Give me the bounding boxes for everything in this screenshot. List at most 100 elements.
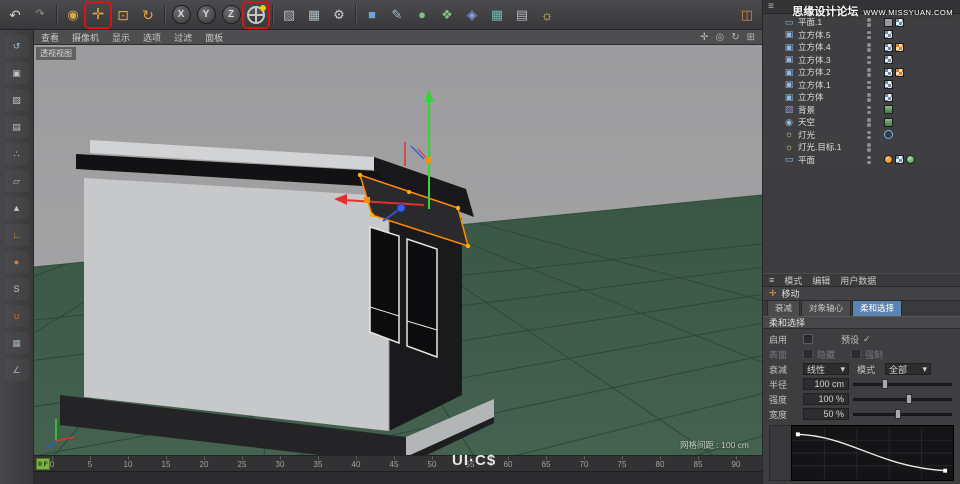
visibility-dot-editor[interactable] (867, 131, 871, 135)
enable-checkbox[interactable] (803, 334, 813, 344)
disabled-option-checkbox-0[interactable] (803, 349, 813, 359)
interface-layout-icon[interactable]: ◫ (735, 3, 759, 27)
deformer-icon[interactable]: ◈ (460, 3, 484, 27)
visibility-dot-editor[interactable] (867, 143, 871, 147)
move-tool-icon[interactable]: ✛ (86, 3, 110, 27)
curve-handle-left[interactable] (796, 432, 800, 436)
visibility-dot-editor[interactable] (867, 43, 871, 47)
image-tag[interactable] (884, 105, 893, 114)
checker-tag[interactable] (884, 30, 893, 39)
viewport-menu-2[interactable]: 显示 (112, 31, 130, 44)
object-row[interactable]: ▣立方体.4 (763, 41, 960, 54)
workplane-mode-icon[interactable]: ▤ (5, 116, 29, 138)
object-row[interactable]: ▭平面 (763, 154, 960, 167)
visibility-dot-render[interactable] (867, 86, 871, 90)
slider-knob[interactable] (895, 409, 901, 419)
visibility-dot-render[interactable] (867, 23, 871, 27)
checker-tag[interactable] (884, 68, 893, 77)
gizmo-center-ball[interactable] (397, 204, 405, 212)
curve-handle-right[interactable] (943, 469, 947, 473)
render-picture-viewer-icon[interactable]: ▦ (302, 3, 326, 27)
render-settings-icon[interactable]: ⚙ (327, 3, 351, 27)
visibility-dots[interactable] (862, 93, 876, 102)
axis-x-lock-button[interactable]: X (169, 3, 193, 27)
primitive-cube-icon[interactable]: ■ (360, 3, 384, 27)
visibility-dots[interactable] (862, 156, 876, 165)
visibility-dots[interactable] (862, 143, 876, 152)
checker-tag[interactable] (895, 155, 904, 164)
render-view-icon[interactable]: ▧ (277, 3, 301, 27)
visibility-dots[interactable] (862, 56, 876, 65)
environment-icon[interactable]: ▦ (485, 3, 509, 27)
viewport-menu-4[interactable]: 过滤 (174, 31, 192, 44)
visibility-dot-render[interactable] (867, 161, 871, 165)
texture-mode-icon[interactable]: ▨ (5, 89, 29, 111)
visibility-dots[interactable] (862, 68, 876, 77)
visibility-dot-render[interactable] (867, 123, 871, 127)
visibility-dot-render[interactable] (867, 136, 871, 140)
axis-mode-icon[interactable]: ∟ (5, 224, 29, 246)
object-row[interactable]: ☼灯光.目标.1 (763, 141, 960, 154)
visibility-dot-render[interactable] (867, 148, 871, 152)
visibility-dot-render[interactable] (867, 61, 871, 65)
soft-selection-section-header[interactable]: 柔和选择 (763, 316, 960, 329)
solo-mode-icon[interactable]: S (5, 278, 29, 300)
axis-z-lock-button[interactable]: Z (219, 3, 243, 27)
subtab-2[interactable]: 柔和选择 (852, 300, 902, 316)
slider-knob[interactable] (882, 379, 888, 389)
attribute-tab-2[interactable]: 用户数据 (840, 274, 876, 287)
falloff-dropdown[interactable]: 线性 ▾ (803, 363, 849, 375)
snap-magnet-icon[interactable]: ∪ (5, 305, 29, 327)
visibility-dot-render[interactable] (867, 111, 871, 115)
slider-track-area[interactable] (853, 393, 954, 405)
live-selection-icon[interactable]: ◉ (61, 3, 85, 27)
axis-y-lock-button[interactable]: Y (194, 3, 218, 27)
visibility-dots[interactable] (862, 18, 876, 27)
object-manager-empty-area[interactable] (763, 166, 960, 273)
visibility-dot-editor[interactable] (867, 118, 871, 122)
slider-track-area[interactable] (853, 408, 954, 420)
mode-dropdown[interactable]: 全部 ▾ (885, 363, 931, 375)
orange-dot-tag[interactable] (884, 155, 893, 164)
gizmo-plane-handle-2[interactable] (364, 197, 370, 203)
visibility-dots[interactable] (862, 106, 876, 115)
checker-tag[interactable] (895, 18, 904, 27)
visibility-dot-editor[interactable] (867, 93, 871, 97)
undo-icon[interactable]: ↶ (3, 3, 27, 27)
orange-checker-tag[interactable] (895, 68, 904, 77)
model-mode-icon[interactable]: ▣ (5, 62, 29, 84)
checker-tag[interactable] (884, 43, 893, 52)
subtab-0[interactable]: 衰减 (767, 300, 800, 316)
slider-value-field[interactable]: 50 % (803, 408, 849, 420)
visibility-dot-editor[interactable] (867, 18, 871, 22)
viewport-menu-5[interactable]: 面板 (205, 31, 223, 44)
visibility-dot-editor[interactable] (867, 156, 871, 160)
slider-track[interactable] (853, 383, 952, 386)
visibility-dots[interactable] (862, 131, 876, 140)
rotate-tool-icon[interactable]: ↻ (136, 3, 160, 27)
subdivision-surface-icon[interactable]: ● (410, 3, 434, 27)
object-row[interactable]: ▨背景 (763, 104, 960, 117)
redo-icon[interactable]: ↷ (28, 3, 52, 27)
object-row[interactable]: ▣立方体.1 (763, 79, 960, 92)
falloff-curve-graph[interactable] (791, 425, 954, 481)
attribute-tab-1[interactable]: 编辑 (812, 274, 830, 287)
viewport-menu-0[interactable]: 查看 (41, 31, 59, 44)
gizmo-plane-handle-1[interactable] (426, 157, 432, 163)
visibility-dot-render[interactable] (867, 98, 871, 102)
object-row[interactable]: ▣立方体.2 (763, 66, 960, 79)
coordinate-system-icon[interactable] (244, 3, 268, 27)
scale-tool-icon[interactable]: ⊡ (111, 3, 135, 27)
points-mode-icon[interactable]: ∴ (5, 143, 29, 165)
stage-icon[interactable]: ▤ (510, 3, 534, 27)
disabled-option-checkbox-1[interactable] (851, 349, 861, 359)
polygons-mode-icon[interactable]: ▲ (5, 197, 29, 219)
spline-pen-icon[interactable]: ✎ (385, 3, 409, 27)
object-row[interactable]: ▭平面.1 (763, 16, 960, 29)
checker-tag[interactable] (884, 80, 893, 89)
slider-track-area[interactable] (853, 378, 954, 390)
viewport-menu-1[interactable]: 摄像机 (72, 31, 99, 44)
object-row[interactable]: ▣立方体 (763, 91, 960, 104)
attribute-tab-0[interactable]: 模式 (784, 274, 802, 287)
attribute-hamburger-icon[interactable]: ≡ (769, 275, 774, 285)
